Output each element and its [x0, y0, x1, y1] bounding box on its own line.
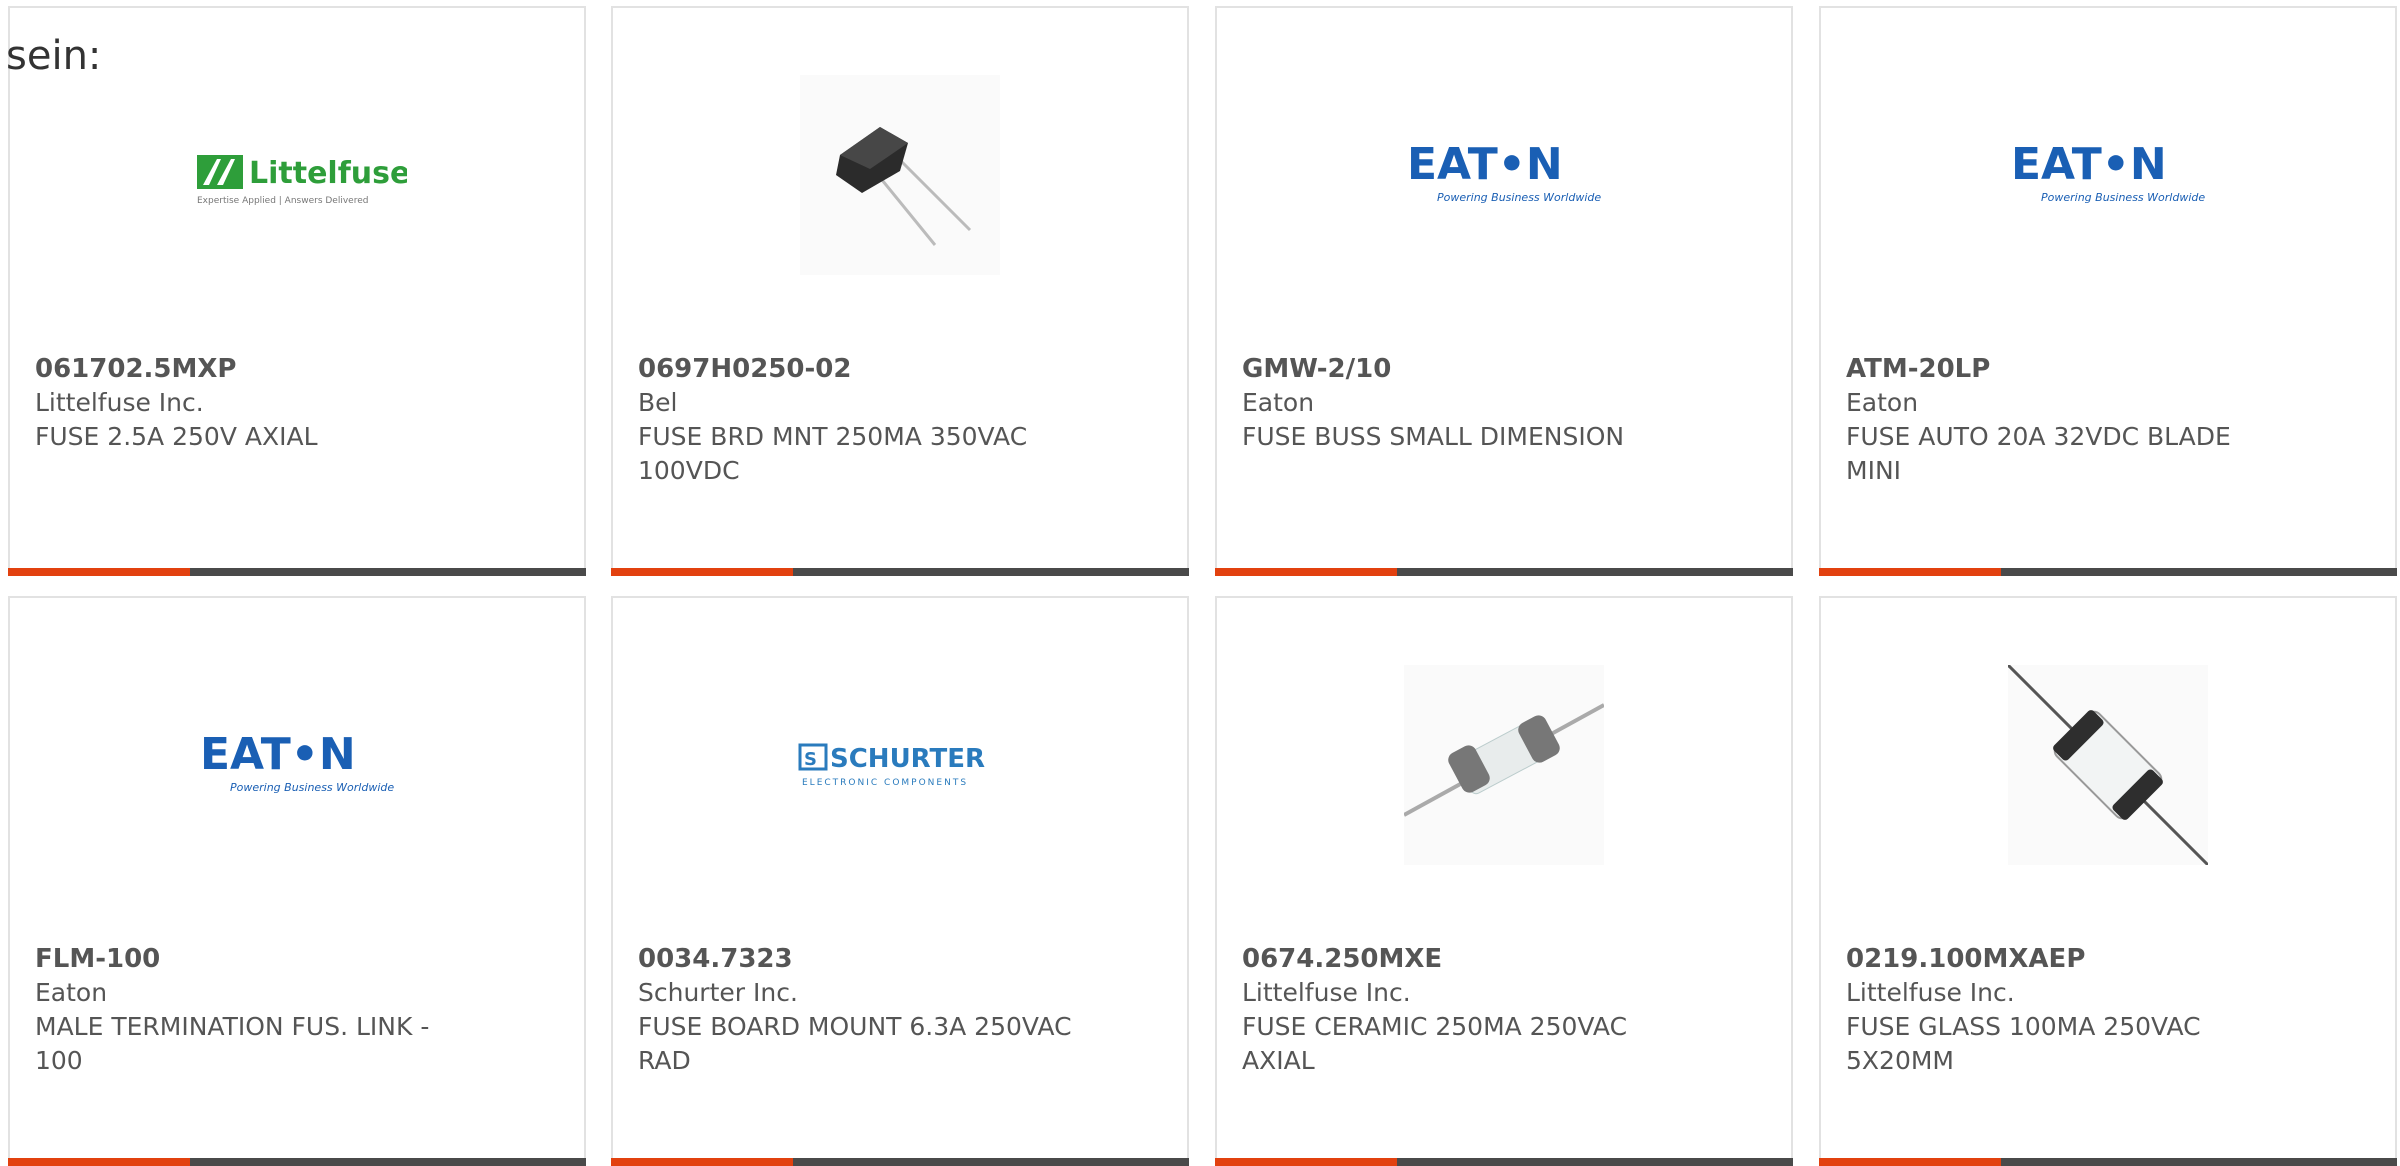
card-bar — [8, 568, 586, 576]
product-image: EAT•N Powering Business Worldwide — [1821, 70, 2395, 280]
description: FUSE AUTO 20A 32VDC BLADE MINI — [1846, 422, 2231, 485]
littelfuse-logo-icon: Littelfuse Expertise Applied | Answers D… — [197, 155, 407, 206]
glass-fuse-photo-icon — [2008, 665, 2208, 865]
part-number[interactable]: GMW-2/10 — [1242, 352, 1682, 386]
schurter-logo-icon: S SCHURTER ELECTRONIC COMPONENTS — [798, 743, 985, 788]
card-bar — [611, 568, 1189, 576]
littelfuse-name: Littelfuse — [249, 156, 407, 191]
card-bar — [1819, 568, 2397, 576]
card-bar — [8, 1158, 586, 1166]
product-card[interactable]: 0219.100MXAEP Littelfuse Inc. FUSE GLASS… — [1819, 596, 2397, 1166]
product-image — [613, 70, 1187, 280]
product-card[interactable]: EAT•N Powering Business Worldwide GMW-2/… — [1215, 6, 1793, 576]
eaton-tagline: Powering Business Worldwide — [230, 781, 394, 794]
eaton-name: EAT•N — [1407, 139, 1563, 190]
manufacturer: Eaton — [35, 978, 108, 1007]
description: FUSE BUSS SMALL DIMENSION — [1242, 422, 1625, 451]
part-number[interactable]: 0697H0250-02 — [638, 352, 1078, 386]
product-card[interactable]: EAT•N Powering Business Worldwide FLM-10… — [8, 596, 586, 1166]
description: FUSE CERAMIC 250MA 250VAC AXIAL — [1242, 1012, 1628, 1075]
manufacturer: Littelfuse Inc. — [35, 388, 204, 417]
eaton-tagline: Powering Business Worldwide — [2041, 191, 2205, 204]
product-image: S SCHURTER ELECTRONIC COMPONENTS — [613, 660, 1187, 870]
product-card[interactable]: 0674.250MXE Littelfuse Inc. FUSE CERAMIC… — [1215, 596, 1793, 1166]
eaton-logo-icon: EAT•N Powering Business Worldwide — [1407, 139, 1601, 204]
product-image: EAT•N Powering Business Worldwide — [1217, 70, 1791, 280]
card-bar — [1215, 1158, 1793, 1166]
card-bar — [1819, 1158, 2397, 1166]
part-number[interactable]: 0674.250MXE — [1242, 942, 1682, 976]
product-card[interactable]: Littelfuse Expertise Applied | Answers D… — [8, 6, 586, 576]
eaton-logo-icon: EAT•N Powering Business Worldwide — [200, 729, 394, 794]
manufacturer: Littelfuse Inc. — [1242, 978, 1411, 1007]
manufacturer: Bel — [638, 388, 678, 417]
description: FUSE BOARD MOUNT 6.3A 250VAC RAD — [638, 1012, 1072, 1075]
product-card[interactable]: EAT•N Powering Business Worldwide ATM-20… — [1819, 6, 2397, 576]
product-card[interactable]: S SCHURTER ELECTRONIC COMPONENTS 0034.73… — [611, 596, 1189, 1166]
schurter-name: SCHURTER — [830, 744, 985, 774]
description: FUSE BRD MNT 250MA 350VAC 100VDC — [638, 422, 1028, 485]
product-image: Littelfuse Expertise Applied | Answers D… — [10, 70, 584, 280]
product-image — [1217, 660, 1791, 870]
description: FUSE GLASS 100MA 250VAC 5X20MM — [1846, 1012, 2201, 1075]
part-number[interactable]: 061702.5MXP — [35, 352, 475, 386]
eaton-logo-icon: EAT•N Powering Business Worldwide — [2011, 139, 2205, 204]
card-bar — [611, 1158, 1189, 1166]
product-grid: Littelfuse Expertise Applied | Answers D… — [0, 0, 2400, 1166]
manufacturer: Eaton — [1242, 388, 1315, 417]
manufacturer: Schurter Inc. — [638, 978, 798, 1007]
part-number[interactable]: 0034.7323 — [638, 942, 1078, 976]
product-card[interactable]: 0697H0250-02 Bel FUSE BRD MNT 250MA 350V… — [611, 6, 1189, 576]
card-bar — [1215, 568, 1793, 576]
eaton-tagline: Powering Business Worldwide — [1437, 191, 1601, 204]
ceramic-fuse-photo-icon — [1404, 665, 1604, 865]
eaton-name: EAT•N — [200, 729, 356, 780]
manufacturer: Eaton — [1846, 388, 1919, 417]
product-image — [1821, 660, 2395, 870]
part-number[interactable]: 0219.100MXAEP — [1846, 942, 2286, 976]
eaton-name: EAT•N — [2011, 139, 2167, 190]
radial-fuse-photo-icon — [800, 75, 1000, 275]
description: FUSE 2.5A 250V AXIAL — [35, 422, 318, 451]
part-number[interactable]: ATM-20LP — [1846, 352, 2286, 386]
description: MALE TERMINATION FUS. LINK - 100 — [35, 1012, 430, 1075]
part-number[interactable]: FLM-100 — [35, 942, 475, 976]
schurter-tagline: ELECTRONIC COMPONENTS — [802, 778, 968, 788]
svg-text:S: S — [804, 749, 817, 770]
intro-text: sein: — [6, 33, 102, 79]
manufacturer: Littelfuse Inc. — [1846, 978, 2015, 1007]
littelfuse-tagline: Expertise Applied | Answers Delivered — [197, 196, 368, 206]
product-image: EAT•N Powering Business Worldwide — [10, 660, 584, 870]
